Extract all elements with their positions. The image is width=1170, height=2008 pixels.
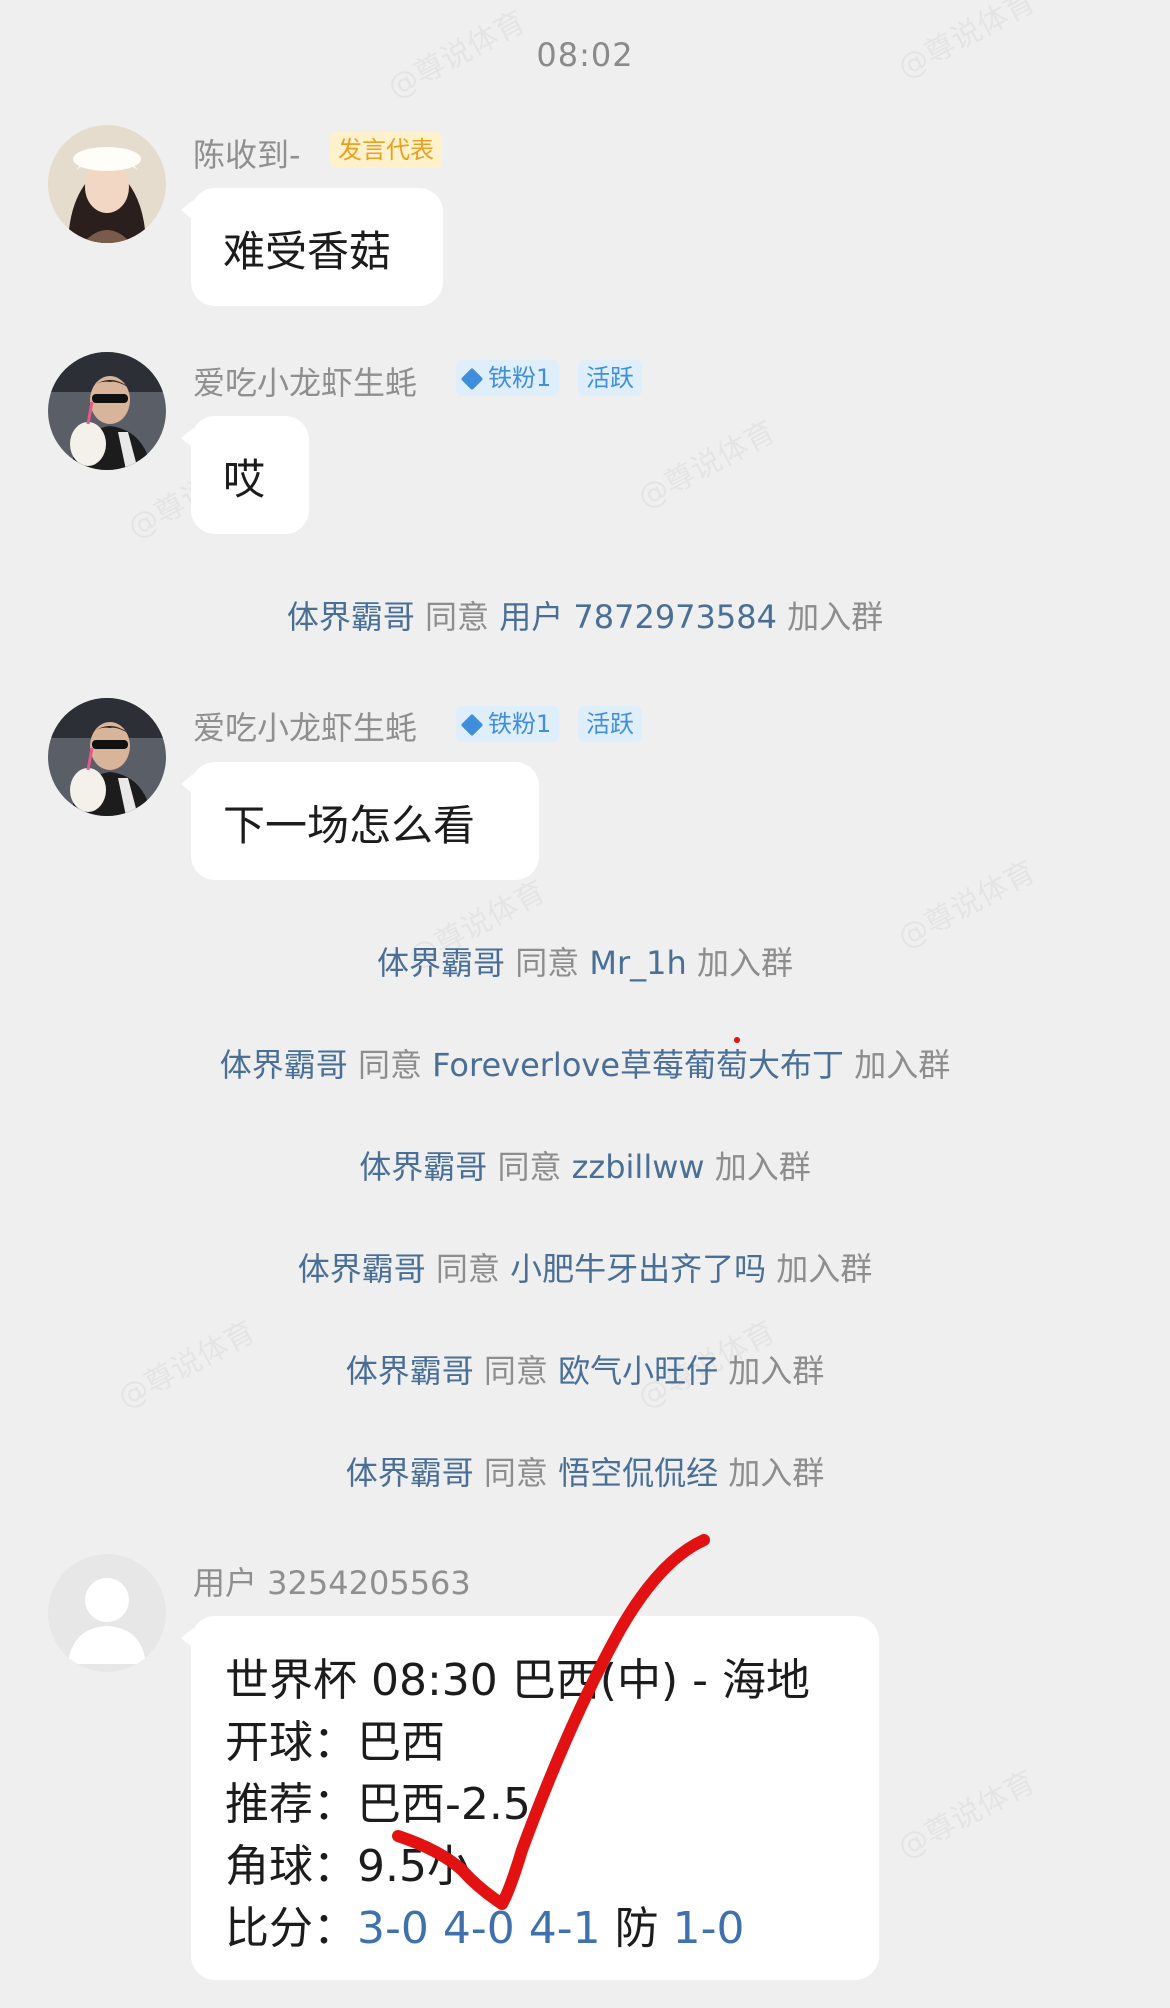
system-tail: 加入群 [728,1454,825,1492]
message-text: 难受香菇 [223,227,392,276]
joined-user-name[interactable]: zzbillww [572,1148,705,1186]
system-tail: 加入群 [714,1148,811,1186]
joined-user-name[interactable]: Mr_1h [589,944,686,982]
active-badge: 活跃 [578,706,642,742]
system-verb: 同意 [483,1454,548,1492]
joined-user-name[interactable]: Foreverlove草莓葡萄大布丁 [432,1046,844,1084]
system-tail: 加入群 [854,1046,951,1084]
diamond-icon [460,367,484,391]
admin-name[interactable]: 体界霸哥 [298,1250,426,1288]
admin-name[interactable]: 体界霸哥 [377,944,505,982]
message-bubble[interactable]: 下一场怎么看 [181,762,539,880]
avatar[interactable] [48,352,166,470]
message-bubble[interactable]: 难受香菇 [181,188,443,306]
watermark-text: @尊说体育 [888,1757,1041,1866]
avatar[interactable] [48,698,166,816]
message-text: 下一场怎么看 [223,801,476,850]
admin-name[interactable]: 体界霸哥 [359,1148,487,1186]
admin-name[interactable]: 体界霸哥 [346,1352,474,1390]
system-join-notice: 体界霸哥 同意 小肥牛牙出齐了吗 加入群 [0,1244,1170,1290]
red-checkmark-annotation [392,1534,710,1910]
message-bubble[interactable]: 哎 [181,416,309,534]
sender-name: 陈收到- [193,136,301,174]
avatar-default[interactable] [48,1554,166,1672]
system-join-notice: 体界霸哥 同意 zzbillww 加入群 [0,1142,1170,1188]
joined-user-name[interactable]: 小肥牛牙出齐了吗 [510,1250,766,1288]
joined-user-name[interactable]: 用户 7872973584 [499,598,777,636]
sender-name: 爱吃小龙虾生蚝 [193,709,418,747]
system-tail: 加入群 [728,1352,825,1390]
fan-badge: 铁粉1 [456,706,560,742]
system-tail: 加入群 [776,1250,873,1288]
active-badge: 活跃 [578,360,642,396]
joined-user-name[interactable]: 悟空侃侃经 [558,1454,718,1492]
system-tail: 加入群 [696,944,793,982]
system-join-notice: 体界霸哥 同意 用户 7872973584 加入群 [0,592,1170,638]
system-verb: 同意 [435,1250,500,1288]
system-join-notice: 体界霸哥 同意 欧气小旺仔 加入群 [0,1346,1170,1392]
system-verb: 同意 [515,944,580,982]
system-verb: 同意 [497,1148,562,1186]
system-verb: 同意 [483,1352,548,1390]
admin-name[interactable]: 体界霸哥 [287,598,415,636]
timestamp: 08:02 [536,36,634,74]
system-join-notice: 体界霸哥 同意 Mr_1h 加入群 [0,938,1170,984]
avatar[interactable] [48,125,166,243]
joined-user-name[interactable]: 欧气小旺仔 [558,1352,718,1390]
system-tail: 加入群 [787,598,884,636]
admin-name[interactable]: 体界霸哥 [220,1046,348,1084]
system-join-notice: 体界霸哥 同意 Foreverlove草莓葡萄大布丁 加入群 [0,1040,1170,1086]
sender-name: 爱吃小龙虾生蚝 [193,364,418,402]
system-verb: 同意 [357,1046,422,1084]
fan-badge: 铁粉1 [456,360,560,396]
watermark-text: @尊说体育 [628,407,781,516]
system-join-notice: 体界霸哥 同意 悟空侃侃经 加入群 [0,1448,1170,1494]
role-badge: 发言代表 [330,132,442,168]
system-verb: 同意 [425,598,490,636]
diamond-icon [460,713,484,737]
admin-name[interactable]: 体界霸哥 [346,1454,474,1492]
red-dot [734,1037,740,1043]
message-text: 哎 [223,455,266,504]
